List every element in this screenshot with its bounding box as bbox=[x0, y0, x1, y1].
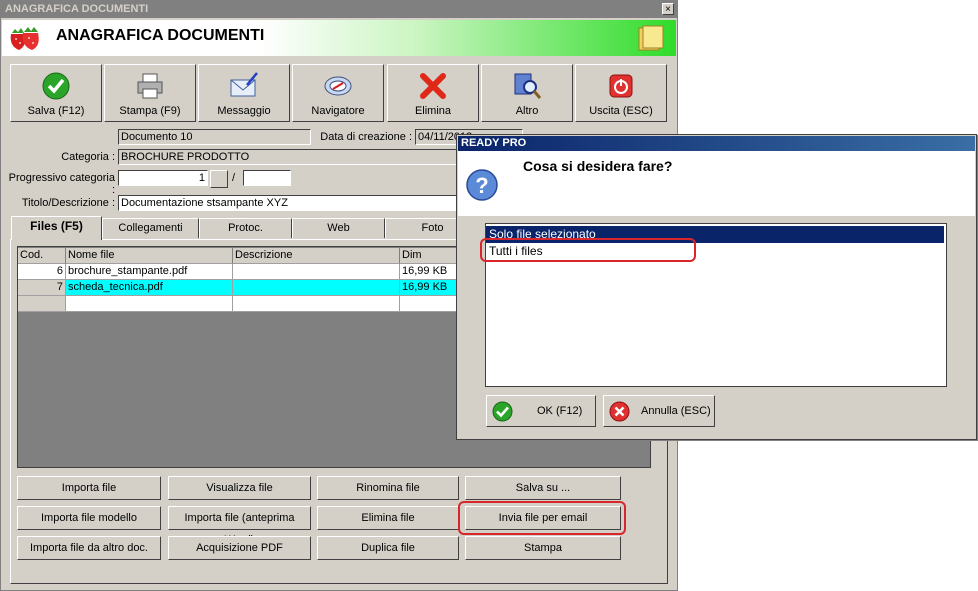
cancel-button-label: Annulla (ESC) bbox=[641, 405, 711, 417]
progressive-separator: / bbox=[232, 172, 236, 184]
table-row-new-size[interactable] bbox=[400, 296, 458, 312]
svg-text:?: ? bbox=[475, 173, 488, 198]
highlight-send-email bbox=[458, 501, 626, 535]
main-window-title: ANAGRAFICA DOCUMENTI bbox=[0, 0, 678, 18]
folder-icon bbox=[638, 25, 664, 51]
import-template-button[interactable]: Importa file modello bbox=[17, 506, 161, 530]
other-button[interactable]: Altro bbox=[481, 64, 573, 122]
table-row-description[interactable] bbox=[233, 264, 400, 280]
category-label: Categoria : bbox=[61, 151, 115, 163]
table-row-description[interactable] bbox=[233, 280, 400, 296]
column-header-cod[interactable]: Cod. bbox=[18, 248, 66, 264]
creation-date-label: Data di creazione : bbox=[320, 131, 412, 143]
delete-file-button[interactable]: Elimina file bbox=[317, 506, 459, 530]
column-header-description[interactable]: Descrizione bbox=[233, 248, 400, 264]
progressive-label: Progressivo categoria : bbox=[8, 172, 115, 196]
tab-protocol[interactable]: Protoc. bbox=[199, 218, 292, 238]
other-button-label: Altro bbox=[515, 105, 539, 117]
power-icon bbox=[609, 74, 633, 98]
table-row-size[interactable]: 16,99 KB bbox=[400, 280, 458, 296]
table-row-size[interactable]: 16,99 KB bbox=[400, 264, 458, 280]
highlight-all-files bbox=[480, 238, 696, 262]
exit-button[interactable]: Uscita (ESC) bbox=[575, 64, 667, 122]
check-icon bbox=[42, 72, 70, 100]
delete-button[interactable]: Elimina bbox=[387, 64, 479, 122]
cancel-button[interactable]: Annulla (ESC) bbox=[603, 395, 715, 427]
delete-button-label: Elimina bbox=[414, 105, 452, 117]
print-file-button[interactable]: Stampa bbox=[465, 536, 621, 560]
progressive-total-field[interactable] bbox=[243, 170, 291, 186]
message-button[interactable]: Messaggio bbox=[198, 64, 290, 122]
table-row-new-cod[interactable] bbox=[18, 296, 66, 312]
question-icon: ? bbox=[466, 169, 498, 201]
strawberry-logo-icon bbox=[10, 27, 39, 50]
import-file-button[interactable]: Importa file bbox=[17, 476, 161, 500]
import-other-doc-button[interactable]: Importa file da altro doc. bbox=[17, 536, 161, 560]
category-field[interactable]: BROCHURE PRODOTTO bbox=[118, 149, 463, 165]
tab-web[interactable]: Web bbox=[292, 218, 385, 238]
import-word-preview-button[interactable]: Importa file (anteprima Word) bbox=[168, 506, 311, 546]
compass-icon bbox=[324, 76, 352, 96]
ok-button-label: OK (F12) bbox=[537, 405, 583, 417]
delete-icon bbox=[420, 73, 446, 99]
dialog-question: Cosa si desidera fare? bbox=[523, 158, 673, 174]
rename-file-button[interactable]: Rinomina file bbox=[317, 476, 459, 500]
duplicate-file-button[interactable]: Duplica file bbox=[317, 536, 459, 560]
progressive-spin-button[interactable] bbox=[210, 170, 228, 188]
check-icon bbox=[492, 401, 513, 422]
cancel-icon bbox=[609, 401, 630, 422]
print-button[interactable]: Stampa (F9) bbox=[104, 64, 196, 122]
table-row-new-description[interactable] bbox=[233, 296, 400, 312]
column-header-size[interactable]: Dim bbox=[400, 248, 458, 264]
message-button-label: Messaggio bbox=[217, 105, 271, 117]
progressive-field[interactable]: 1 bbox=[118, 170, 208, 186]
dialog-title: READY PRO bbox=[458, 136, 975, 151]
save-button-label: Salva (F12) bbox=[27, 105, 85, 117]
print-button-label: Stampa (F9) bbox=[119, 105, 181, 117]
table-row-cod[interactable]: 6 bbox=[18, 264, 66, 280]
navigator-button[interactable]: Navigatore bbox=[292, 64, 384, 122]
navigator-button-label: Navigatore bbox=[311, 105, 365, 117]
tab-files[interactable]: Files (F5) bbox=[11, 216, 102, 240]
printer-icon bbox=[137, 73, 163, 99]
magnifier-icon bbox=[514, 73, 542, 99]
save-to-button[interactable]: Salva su ... bbox=[465, 476, 621, 500]
view-file-button[interactable]: Visualizza file bbox=[168, 476, 311, 500]
table-row-new-name[interactable] bbox=[66, 296, 233, 312]
document-field: Documento 10 bbox=[118, 129, 311, 145]
table-row-cod[interactable]: 7 bbox=[18, 280, 66, 296]
tab-links[interactable]: Collegamenti bbox=[102, 218, 199, 238]
table-row-name[interactable]: brochure_stampante.pdf bbox=[66, 264, 233, 280]
save-button[interactable]: Salva (F12) bbox=[10, 64, 102, 122]
acquire-pdf-button[interactable]: Acquisizione PDF bbox=[168, 536, 311, 560]
column-header-name[interactable]: Nome file bbox=[66, 248, 233, 264]
page-title: ANAGRAFICA DOCUMENTI bbox=[56, 27, 265, 44]
table-row-name[interactable]: scheda_tecnica.pdf bbox=[66, 280, 233, 296]
exit-button-label: Uscita (ESC) bbox=[589, 105, 653, 117]
close-icon[interactable]: × bbox=[662, 3, 674, 15]
title-label: Titolo/Descrizione : bbox=[21, 197, 115, 209]
title-field[interactable]: Documentazione stsampante XYZ bbox=[118, 195, 463, 211]
ok-button[interactable]: OK (F12) bbox=[486, 395, 596, 427]
envelope-icon bbox=[230, 72, 258, 97]
